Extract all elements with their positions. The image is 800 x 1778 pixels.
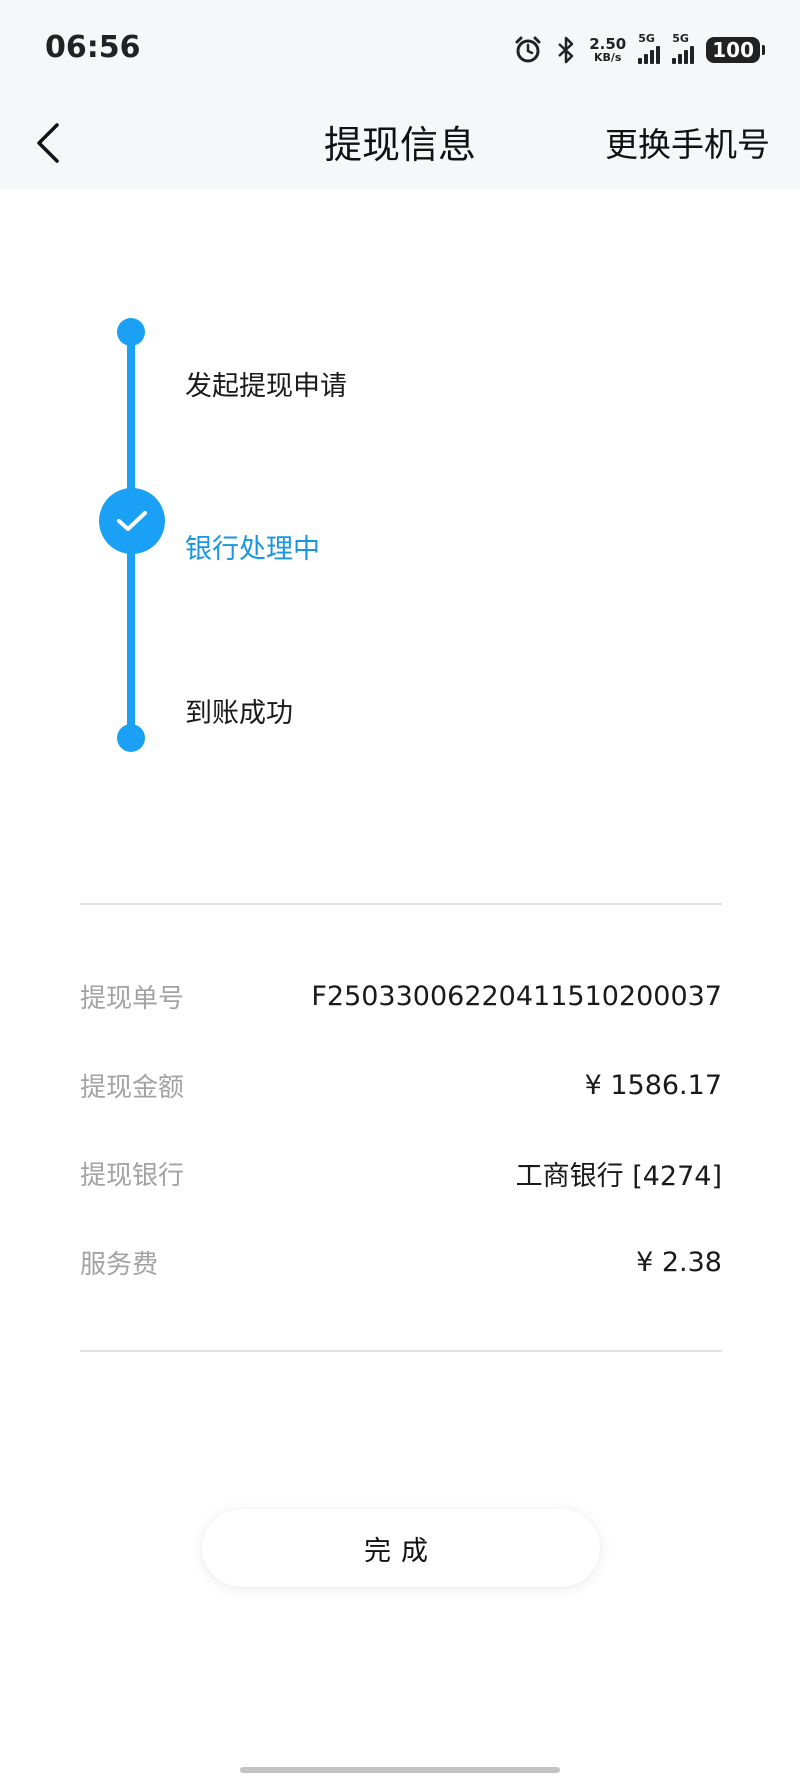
step-dot-done: [117, 318, 145, 346]
battery-icon: 100: [706, 37, 765, 63]
done-button[interactable]: 完成: [202, 1509, 600, 1587]
bluetooth-icon: [555, 35, 577, 65]
detail-value: 工商银行 [4274]: [515, 1160, 722, 1192]
detail-label: 提现单号: [80, 983, 185, 1014]
signal-bar: [684, 50, 689, 64]
detail-value: F250330062204115102000​37: [311, 980, 722, 1012]
detail-value: ¥ 2.38: [636, 1246, 722, 1278]
status-time: 06:56: [45, 30, 141, 65]
header: 提现信息 更换手机号: [0, 100, 800, 189]
signal-bar: [690, 46, 695, 64]
change-phone-button[interactable]: 更换手机号: [605, 118, 770, 166]
signal-bar: [644, 54, 649, 64]
network-speed-value: 2.50: [589, 35, 627, 53]
signal-bar: [650, 50, 655, 64]
network-speed-unit: KB/s: [594, 51, 622, 64]
detail-value: ¥ 1586.17: [584, 1069, 722, 1101]
sim1-label: 5G: [638, 32, 655, 45]
divider: [80, 903, 722, 905]
detail-label: 服务费: [80, 1249, 159, 1280]
signal-icon: 5G: [672, 32, 695, 64]
detail-row-order-number: 提现单号 F250330062204115102000​37: [80, 974, 722, 1018]
step-label-submitted: 发起提现申请: [185, 371, 347, 402]
network-speed: 2.50 KB/s: [589, 35, 627, 64]
detail-row-bank: 提现银行 工商银行 [4274]: [80, 1151, 722, 1195]
step-dot-pending: [117, 724, 145, 752]
detail-label: 提现金额: [80, 1072, 185, 1103]
status-icons: 2.50 KB/s 5G 5G 100: [513, 30, 765, 70]
divider: [80, 1350, 722, 1352]
detail-label: 提现银行: [80, 1160, 185, 1191]
step-label-processing: 银行处理中: [185, 534, 320, 565]
step-label-arrived: 到账成功: [185, 698, 293, 729]
signal-bar: [678, 54, 683, 64]
alarm-icon: [513, 35, 543, 65]
step-current-check-icon: [99, 488, 165, 554]
sim2-label: 5G: [672, 32, 689, 45]
signal-bar: [672, 58, 677, 64]
detail-row-amount: 提现金额 ¥ 1586.17: [80, 1063, 722, 1107]
signal-icon: 5G: [638, 32, 661, 64]
status-bar: 06:56 2.50 KB/s 5G 5G 100: [0, 0, 800, 100]
detail-row-service-fee: 服务费 ¥ 2.38: [80, 1240, 722, 1284]
signal-bar: [638, 58, 643, 64]
signal-bar: [656, 46, 661, 64]
home-indicator[interactable]: [240, 1767, 560, 1773]
